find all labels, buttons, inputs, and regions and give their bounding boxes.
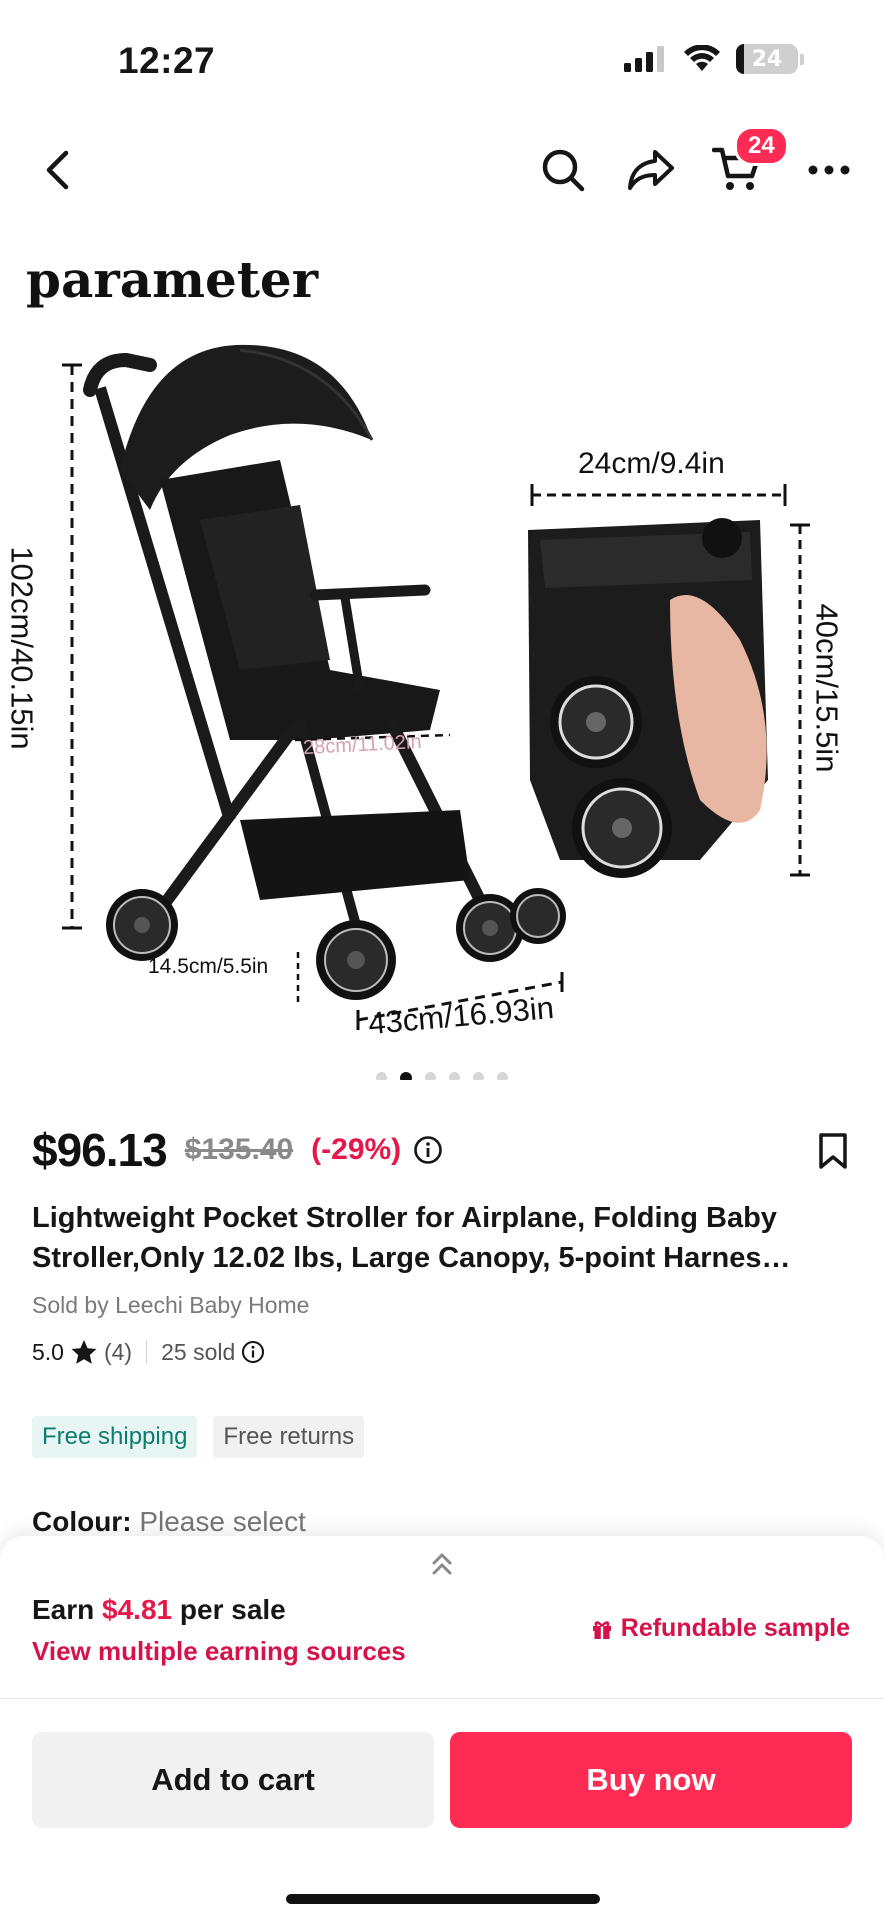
height-dimension: 102cm/40.15in <box>4 546 40 750</box>
signal-icon <box>624 46 664 72</box>
divider <box>146 1341 148 1363</box>
pagination-dot[interactable] <box>376 1072 387 1080</box>
star-icon <box>71 1340 97 1364</box>
refundable-sample-label: Refundable sample <box>620 1614 850 1642</box>
rating-row[interactable]: 5.0 (4) 25 sold <box>32 1338 265 1366</box>
product-title[interactable]: Lightweight Pocket Stroller for Airplane… <box>32 1198 852 1278</box>
original-price: $135.40 <box>184 1133 294 1166</box>
colour-value: Please select <box>139 1506 306 1537</box>
battery-level: 24 <box>751 46 783 72</box>
seller-name[interactable]: Sold by Leechi Baby Home <box>32 1292 309 1319</box>
stroller-image <box>62 344 810 1030</box>
info-icon[interactable] <box>241 1340 265 1364</box>
cart-count-badge: 24 <box>734 126 789 166</box>
discount-badge: (-29%) <box>311 1133 402 1166</box>
earning-sources-link[interactable]: View multiple earning sources <box>32 1636 406 1667</box>
folded-height-dimension: 40cm/15.5in <box>809 603 845 773</box>
free-shipping-tag[interactable]: Free shipping <box>32 1416 198 1458</box>
chevron-left-icon <box>46 150 69 190</box>
home-indicator <box>286 1894 600 1904</box>
add-to-cart-button[interactable]: Add to cart <box>32 1732 434 1828</box>
more-button[interactable] <box>794 130 864 210</box>
more-icon <box>808 165 850 175</box>
gift-icon <box>592 1620 611 1639</box>
status-icons: 24 <box>624 44 804 74</box>
product-image-gallery[interactable]: parameter 102cm/40.15in 24cm/9.4in 40cm/… <box>0 220 884 1080</box>
sold-count: 25 sold <box>161 1338 236 1365</box>
search-icon <box>542 149 585 192</box>
status-bar: 12:27 24 <box>0 0 884 120</box>
cart-button[interactable]: 24 <box>702 126 789 210</box>
pagination-dot[interactable] <box>497 1072 508 1080</box>
share-icon <box>628 150 674 190</box>
earn-amount: $4.81 <box>102 1594 173 1625</box>
earn-suffix: per sale <box>179 1594 286 1625</box>
pagination-dot[interactable] <box>449 1072 460 1080</box>
refundable-sample-link[interactable]: Refundable sample <box>591 1614 850 1643</box>
search-button[interactable] <box>528 130 598 210</box>
review-count: (4) <box>103 1338 133 1365</box>
expand-sheet-button[interactable] <box>428 1550 456 1583</box>
share-button[interactable] <box>616 130 686 210</box>
pagination-dot[interactable] <box>400 1072 412 1080</box>
info-icon[interactable] <box>413 1135 443 1165</box>
gallery-pagination <box>0 1072 884 1080</box>
service-tags: Free shipping Free returns <box>32 1416 365 1458</box>
bottom-action-sheet: Earn $4.81 per sale View multiple earnin… <box>0 1536 884 1920</box>
colour-selector[interactable]: Colour: Please select <box>32 1506 306 1538</box>
folded-width-dimension: 24cm/9.4in <box>578 447 725 480</box>
bookmark-button[interactable] <box>818 1132 848 1175</box>
wheel-dimension: 14.5cm/5.5in <box>148 955 269 978</box>
pagination-dot[interactable] <box>425 1072 436 1080</box>
earn-text: Earn $4.81 per sale <box>32 1594 286 1626</box>
wifi-icon <box>684 45 720 71</box>
battery-icon: 24 <box>736 44 798 74</box>
buy-now-button[interactable]: Buy now <box>450 1732 852 1828</box>
price: $96.13 <box>32 1124 168 1176</box>
earn-prefix: Earn <box>32 1594 95 1625</box>
sheet-divider <box>0 1698 884 1699</box>
pagination-dot[interactable] <box>473 1072 484 1080</box>
colour-label: Colour: <box>32 1506 132 1537</box>
price-row: $96.13 $135.40 (-29%) <box>32 1120 852 1180</box>
bookmark-icon <box>819 1133 847 1169</box>
rating-value: 5.0 <box>32 1338 64 1365</box>
chevron-double-up-icon <box>432 1553 452 1575</box>
wheel <box>106 888 566 1000</box>
free-returns-tag[interactable]: Free returns <box>213 1416 365 1458</box>
top-nav: 24 <box>0 126 884 210</box>
status-time: 12:27 <box>118 40 216 81</box>
back-button[interactable] <box>22 130 92 210</box>
